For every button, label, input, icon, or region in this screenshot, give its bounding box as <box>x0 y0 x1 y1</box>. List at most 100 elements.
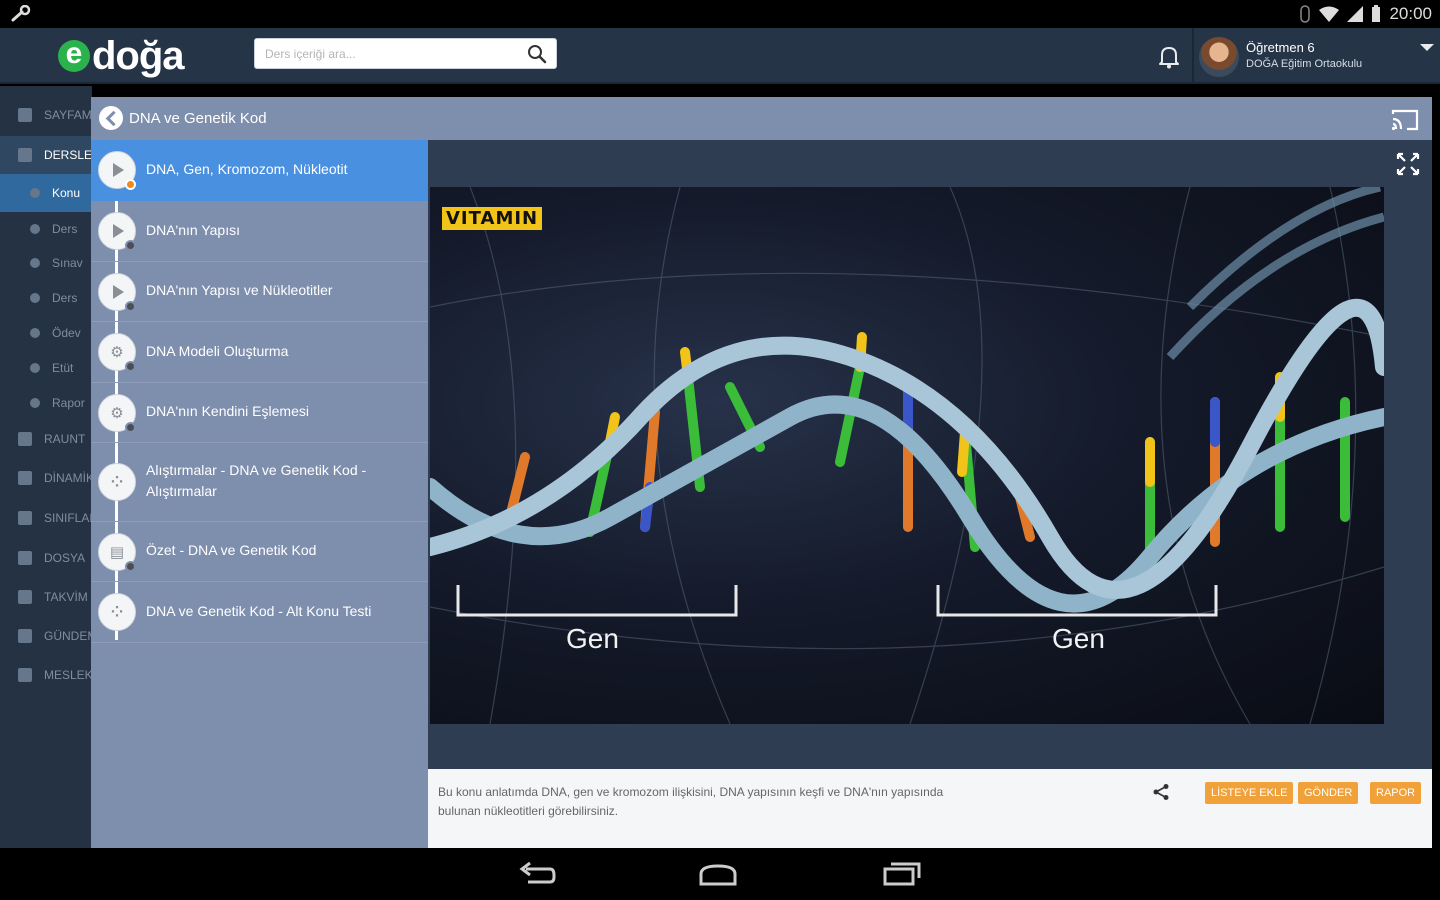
bell-icon[interactable] <box>1156 44 1182 70</box>
sidebar-item-dosya[interactable]: DOSYA <box>0 539 92 577</box>
sidebar-item-etut[interactable]: Etüt <box>0 349 92 387</box>
gear-icon <box>18 471 32 485</box>
video-player: VITAMIN Gen Gen <box>428 140 1432 769</box>
avatar[interactable] <box>1199 37 1239 77</box>
chart-icon <box>30 328 40 338</box>
teacher-icon <box>18 148 32 162</box>
lesson-title: DNA Modeli Oluşturma <box>146 343 289 359</box>
status-time: 20:00 <box>1389 4 1432 23</box>
sidebar-item-odev[interactable]: Ödev <box>0 314 92 352</box>
activity-node: ⚙ <box>98 333 136 372</box>
lesson-list: DNA, Gen, Kromozom, Nükleotit DNA'nın Ya… <box>91 140 428 848</box>
bluetooth-icon <box>1300 5 1311 23</box>
search-input[interactable] <box>255 39 515 68</box>
test-icon: ⁘ <box>110 604 124 621</box>
molecule-icon: ⚙ <box>110 405 124 422</box>
sidebar-item-label: RAUNT <box>44 432 86 446</box>
panel-header: DNA ve Genetik Kod <box>91 97 1432 140</box>
sidebar-item-meslek[interactable]: MESLEK <box>0 656 92 694</box>
globe-icon <box>18 629 32 643</box>
sidebar-item-sinav[interactable]: Sınav <box>0 244 92 282</box>
sidebar-item-label: Etüt <box>52 361 74 375</box>
sidebar-item-label: Ödev <box>52 326 81 340</box>
sidebar-item-label: Sınav <box>52 256 83 270</box>
list-icon <box>30 224 40 234</box>
android-status-bar: 20:00 <box>0 0 1440 28</box>
sidebar-item-ders[interactable]: Ders <box>0 210 92 248</box>
sidebar-item-label: Konu <box>52 186 81 200</box>
home-icon[interactable] <box>698 860 738 888</box>
sidebar-item-konu[interactable]: Konu <box>0 174 92 212</box>
sidebar-item-raunt[interactable]: RAUNT <box>0 420 92 458</box>
sidebar-item-rapor[interactable]: Rapor <box>0 384 92 422</box>
lesson-title: DNA ve Genetik Kod - Alt Konu Testi <box>146 603 372 619</box>
lesson-title: DNA'nın Yapısı <box>146 222 240 238</box>
list-item[interactable]: ⚙ DNA'nın Kendini Eşlemesi <box>91 383 428 443</box>
lesson-title: DNA, Gen, Kromozom, Nükleotit <box>146 161 348 177</box>
share-icon[interactable] <box>1152 783 1170 801</box>
sidebar-item-label: Rapor <box>52 396 85 410</box>
sidebar-item-gundem[interactable]: GÜNDEM <box>0 617 92 655</box>
fullscreen-icon[interactable] <box>1396 152 1420 176</box>
play-icon <box>113 285 124 299</box>
list-item[interactable]: DNA'nın Yapısı ve Nükleotitler <box>91 262 428 322</box>
sidebar-item-sayfam[interactable]: SAYFAM <box>0 96 92 134</box>
list-item[interactable]: DNA'nın Yapısı <box>91 201 428 262</box>
logo-wordmark: doğa <box>92 34 185 78</box>
briefcase-icon <box>18 668 32 682</box>
video-frame[interactable]: VITAMIN Gen Gen <box>430 187 1384 724</box>
description-bar: Bu konu anlatımda DNA, gen ve kromozom i… <box>428 769 1432 848</box>
recent-apps-icon[interactable] <box>882 860 922 888</box>
sidebar-item-ders-2[interactable]: Ders <box>0 279 92 317</box>
person-icon <box>18 108 32 122</box>
send-button[interactable]: GÖNDER <box>1298 782 1359 804</box>
sidebar-item-dersler[interactable]: DERSLER <box>0 136 92 174</box>
lesson-panel: DNA ve Genetik Kod DNA, Gen, Kromozom, N… <box>91 97 1432 848</box>
sidebar-item-siniflar[interactable]: SINIFLAR <box>0 499 92 537</box>
status-dot <box>125 301 136 312</box>
document-icon: ▤ <box>109 544 125 561</box>
cast-icon[interactable] <box>1390 107 1420 133</box>
report-button[interactable]: RAPOR <box>1370 782 1422 804</box>
add-to-list-button[interactable]: LİSTEYE EKLE <box>1205 782 1294 804</box>
pencil-icon <box>30 258 40 268</box>
battery-icon <box>1372 5 1381 22</box>
search-box <box>254 38 557 69</box>
lesson-title: Özet - DNA ve Genetik Kod <box>146 542 317 558</box>
back-arrow-icon[interactable] <box>99 106 123 130</box>
status-dot <box>125 422 136 433</box>
wrench-icon <box>11 5 31 22</box>
circle-icon <box>30 188 40 198</box>
sidebar-item-label: DİNAMİK <box>44 471 92 485</box>
list-item[interactable]: DNA, Gen, Kromozom, Nükleotit <box>91 140 428 201</box>
chevron-down-icon[interactable] <box>1420 44 1434 51</box>
search-icon[interactable] <box>527 44 547 64</box>
sidebar: SAYFAM DERSLER Konu Ders Sınav Ders Ödev… <box>0 86 92 848</box>
vitamin-badge: VITAMIN <box>442 207 543 230</box>
user-school: DOĞA Eğitim Ortaokulu <box>1246 58 1363 70</box>
logo[interactable]: e doğa <box>58 34 185 78</box>
back-icon[interactable] <box>516 860 556 888</box>
app-header: e doğa Öğretmen 6 DOĞA Eğitim Ortaokulu <box>0 28 1440 84</box>
sidebar-item-takvim[interactable]: TAKVİM <box>0 578 92 616</box>
user-info[interactable]: Öğretmen 6 DOĞA Eğitim Ortaokulu <box>1246 40 1362 72</box>
sidebar-item-label: SINIFLAR <box>44 511 92 525</box>
sidebar-item-label: DERSLER <box>44 148 92 162</box>
sidebar-item-label: Ders <box>52 222 78 236</box>
status-dot <box>125 361 136 372</box>
play-icon <box>113 163 124 177</box>
play-icon <box>113 224 124 238</box>
list-item[interactable]: ⚙ DNA Modeli Oluşturma <box>91 322 428 383</box>
sidebar-item-label: GÜNDEM <box>44 629 92 643</box>
list-item[interactable]: ⁘ Alıştırmalar - DNA ve Genetik Kod - Al… <box>91 443 428 522</box>
sidebar-item-dinamik[interactable]: DİNAMİK <box>0 459 92 497</box>
exercise-node: ⁘ <box>98 463 136 501</box>
video-node <box>98 273 136 312</box>
list-icon <box>30 293 40 303</box>
list-item[interactable]: ⁘ DNA ve Genetik Kod - Alt Konu Testi <box>91 582 428 643</box>
user-name: Öğretmen 6 <box>1246 40 1315 55</box>
sidebar-item-label: TAKVİM <box>44 590 88 604</box>
list-item[interactable]: ▤ Özet - DNA ve Genetik Kod <box>91 522 428 582</box>
sidebar-item-label: Ders <box>52 291 78 305</box>
wifi-icon <box>1319 6 1340 22</box>
